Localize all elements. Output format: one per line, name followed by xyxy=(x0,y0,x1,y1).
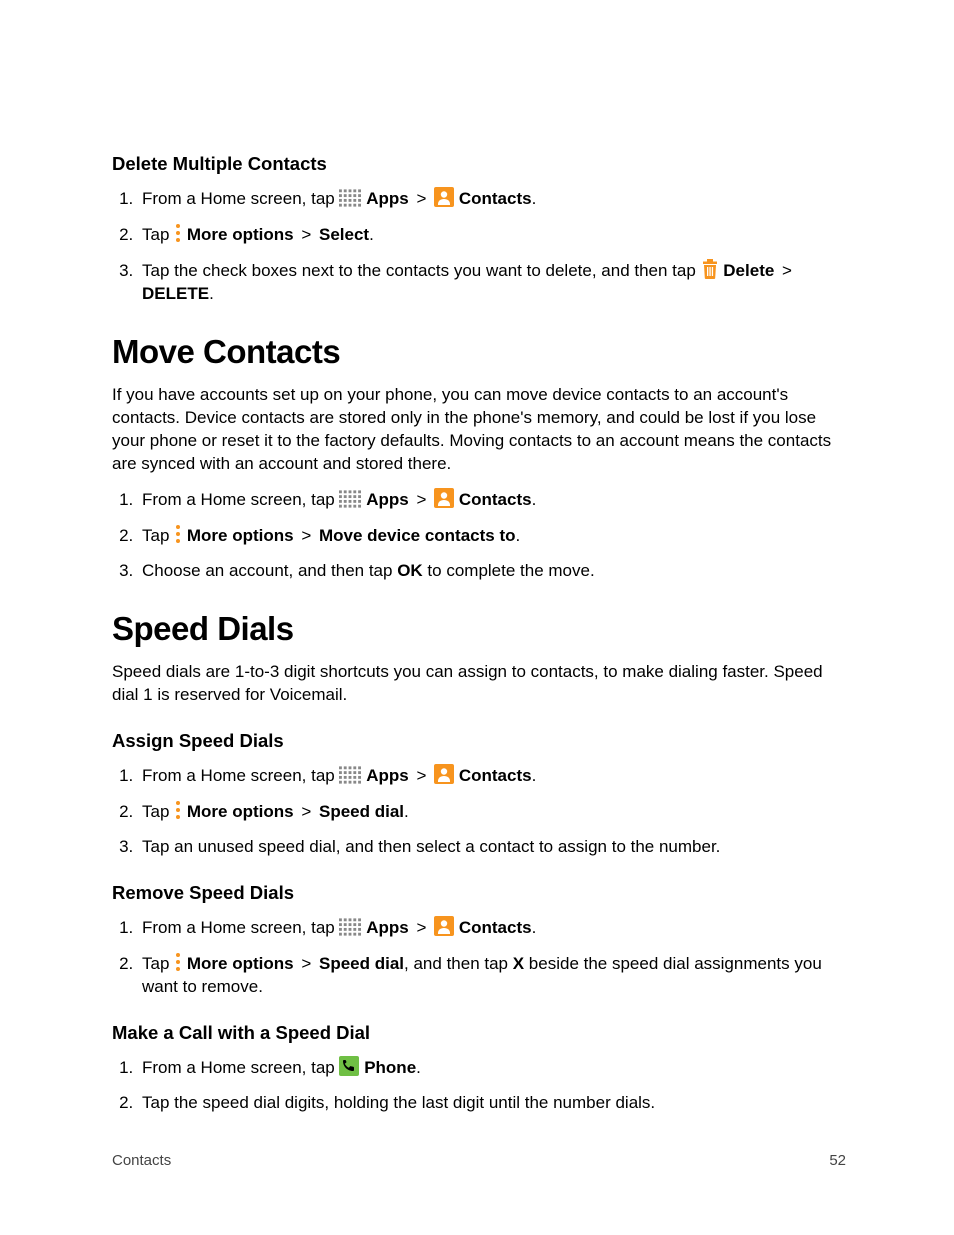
footer-page-number: 52 xyxy=(829,1151,846,1171)
label-delete: Delete xyxy=(723,261,774,280)
label-apps: Apps xyxy=(366,490,409,509)
list-item: Tap an unused speed dial, and then selec… xyxy=(138,836,846,859)
text: Choose an account, and then tap xyxy=(142,561,397,580)
list-item: Tap the check boxes next to the contacts… xyxy=(138,259,846,306)
list-item: Tap More options > Move device contacts … xyxy=(138,524,846,548)
text: Tap the check boxes next to the contacts… xyxy=(142,261,701,280)
heading-move-contacts: Move Contacts xyxy=(112,330,846,375)
text: Tap xyxy=(142,225,174,244)
period: . xyxy=(404,802,409,821)
separator: > xyxy=(416,189,426,208)
label-contacts: Contacts xyxy=(459,766,532,785)
phone-icon xyxy=(339,1056,359,1076)
period: . xyxy=(369,225,374,244)
apps-icon xyxy=(339,918,361,936)
apps-icon xyxy=(339,766,361,784)
text: Tap an unused speed dial, and then selec… xyxy=(142,837,720,856)
list-item: From a Home screen, tap Phone. xyxy=(138,1056,846,1080)
period: . xyxy=(209,284,214,303)
text: Tap the speed dial digits, holding the l… xyxy=(142,1093,655,1112)
list-item: Tap More options > Select. xyxy=(138,223,846,247)
text: From a Home screen, tap xyxy=(142,490,339,509)
list-item: From a Home screen, tap Apps > Contacts. xyxy=(138,488,846,512)
list-remove-speed-dials: From a Home screen, tap Apps > Contacts.… xyxy=(112,916,846,999)
list-item: From a Home screen, tap Apps > Contacts. xyxy=(138,187,846,211)
apps-icon xyxy=(339,490,361,508)
label-phone: Phone xyxy=(364,1058,416,1077)
text: From a Home screen, tap xyxy=(142,766,339,785)
list-item: Tap More options > Speed dial, and then … xyxy=(138,952,846,999)
list-make-call-speed-dial: From a Home screen, tap Phone. Tap the s… xyxy=(112,1056,846,1115)
more-options-icon xyxy=(174,223,182,243)
list-item: Tap the speed dial digits, holding the l… xyxy=(138,1092,846,1115)
text: From a Home screen, tap xyxy=(142,1058,339,1077)
list-item: From a Home screen, tap Apps > Contacts. xyxy=(138,764,846,788)
separator: > xyxy=(416,490,426,509)
separator: > xyxy=(301,802,311,821)
text: From a Home screen, tap xyxy=(142,189,339,208)
label-more-options: More options xyxy=(187,526,294,545)
apps-icon xyxy=(339,189,361,207)
contacts-icon xyxy=(434,488,454,508)
period: . xyxy=(532,490,537,509)
label-apps: Apps xyxy=(366,766,409,785)
paragraph-move-contacts: If you have accounts set up on your phon… xyxy=(112,384,846,476)
label-contacts: Contacts xyxy=(459,490,532,509)
period: . xyxy=(416,1058,421,1077)
more-options-icon xyxy=(174,800,182,820)
contacts-icon xyxy=(434,187,454,207)
list-assign-speed-dials: From a Home screen, tap Apps > Contacts.… xyxy=(112,764,846,859)
label-apps: Apps xyxy=(366,189,409,208)
more-options-icon xyxy=(174,952,182,972)
label-contacts: Contacts xyxy=(459,189,532,208)
text: Tap xyxy=(142,526,174,545)
label-speed-dial: Speed dial xyxy=(319,954,404,973)
footer-section: Contacts xyxy=(112,1151,171,1171)
list-item: Tap More options > Speed dial. xyxy=(138,800,846,824)
heading-remove-speed-dials: Remove Speed Dials xyxy=(112,881,846,906)
heading-delete-multiple-contacts: Delete Multiple Contacts xyxy=(112,152,846,177)
label-apps: Apps xyxy=(366,918,409,937)
separator: > xyxy=(782,261,792,280)
separator: > xyxy=(416,918,426,937)
paragraph-speed-dials: Speed dials are 1-to-3 digit shortcuts y… xyxy=(112,661,846,707)
period: . xyxy=(532,766,537,785)
label-more-options: More options xyxy=(187,954,294,973)
text: to complete the move. xyxy=(423,561,595,580)
separator: > xyxy=(301,954,311,973)
label-delete-caps: DELETE xyxy=(142,284,209,303)
heading-speed-dials: Speed Dials xyxy=(112,607,846,652)
contacts-icon xyxy=(434,916,454,936)
separator: > xyxy=(301,225,311,244)
document-page: Delete Multiple Contacts From a Home scr… xyxy=(0,0,954,1235)
label-more-options: More options xyxy=(187,802,294,821)
more-options-icon xyxy=(174,524,182,544)
label-ok: OK xyxy=(397,561,423,580)
label-move-device: Move device contacts to xyxy=(319,526,516,545)
label-speed-dial: Speed dial xyxy=(319,802,404,821)
text: , and then tap xyxy=(404,954,513,973)
trash-icon xyxy=(701,259,719,279)
period: . xyxy=(532,918,537,937)
page-footer: Contacts 52 xyxy=(112,1151,846,1171)
period: . xyxy=(516,526,521,545)
label-more-options: More options xyxy=(187,225,294,244)
list-move-contacts: From a Home screen, tap Apps > Contacts.… xyxy=(112,488,846,583)
separator: > xyxy=(416,766,426,785)
text: Tap xyxy=(142,802,174,821)
label-select: Select xyxy=(319,225,369,244)
heading-assign-speed-dials: Assign Speed Dials xyxy=(112,729,846,754)
heading-make-call-speed-dial: Make a Call with a Speed Dial xyxy=(112,1021,846,1046)
contacts-icon xyxy=(434,764,454,784)
period: . xyxy=(532,189,537,208)
text: Tap xyxy=(142,954,174,973)
label-contacts: Contacts xyxy=(459,918,532,937)
list-item: From a Home screen, tap Apps > Contacts. xyxy=(138,916,846,940)
separator: > xyxy=(301,526,311,545)
text: From a Home screen, tap xyxy=(142,918,339,937)
list-item: Choose an account, and then tap OK to co… xyxy=(138,560,846,583)
list-delete-multiple: From a Home screen, tap Apps > Contacts.… xyxy=(112,187,846,306)
label-x: X xyxy=(513,954,524,973)
